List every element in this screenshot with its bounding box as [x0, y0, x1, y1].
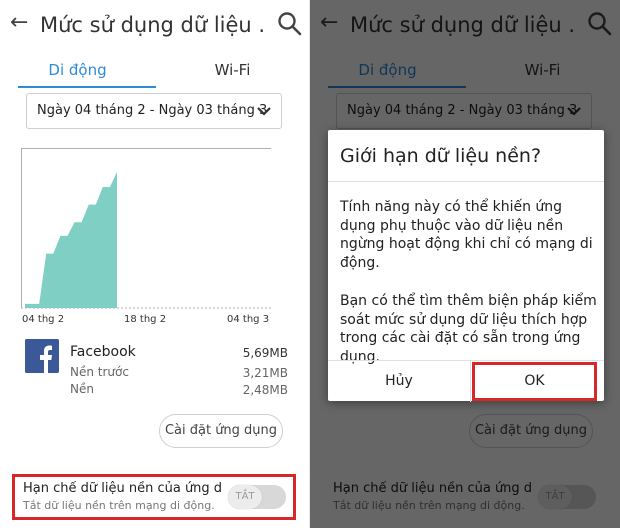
- back-arrow-icon[interactable]: ←: [10, 11, 28, 35]
- restrict-background-title: Hạn chế dữ liệu nền của ứng dụ..: [23, 481, 223, 496]
- restrict-data-dialog: Giới hạn dữ liệu nền? Tính năng này có t…: [328, 130, 604, 402]
- date-range-value: Ngày 04 tháng 2 - Ngày 03 tháng 3: [37, 103, 268, 118]
- x-tick-label: 04 thg 2: [22, 314, 65, 325]
- app-settings-button[interactable]: Cài đặt ứng dụng: [159, 414, 283, 448]
- tab-wifi[interactable]: Wi-Fi: [155, 60, 310, 80]
- dialog-divider: [328, 181, 604, 182]
- toggle-thumb: TẮT: [228, 485, 262, 509]
- background-value: 2,48MB: [242, 383, 288, 397]
- x-tick-label: 04 thg 3: [227, 314, 270, 325]
- dialog-actions: Hủy OK: [328, 360, 604, 402]
- tab-indicator: [18, 86, 156, 88]
- dialog-paragraph: Tính năng này có thể khiến ứng dụng phụ …: [340, 199, 593, 271]
- foreground-value: 3,21MB: [242, 366, 288, 380]
- dialog-message: Tính năng này có thể khiến ứng dụng phụ …: [340, 198, 600, 386]
- usage-chart: [21, 148, 271, 309]
- cancel-button[interactable]: Hủy: [328, 361, 470, 402]
- search-icon[interactable]: [276, 10, 304, 38]
- date-range-dropdown[interactable]: Ngày 04 tháng 2 - Ngày 03 tháng 3: [26, 93, 282, 129]
- ok-button[interactable]: OK: [472, 362, 597, 401]
- tab-mobile[interactable]: Di động: [0, 60, 155, 80]
- restrict-background-toggle[interactable]: TẮT: [228, 485, 286, 509]
- tab-bar: Di động Wi-Fi: [0, 52, 310, 92]
- facebook-icon: [25, 339, 59, 373]
- toolbar: ← Mức sử dụng dữ liệu ...: [0, 0, 310, 52]
- background-label: Nền: [70, 382, 94, 396]
- data-usage-screen-with-dialog: ← Mức sử dụng dữ liệu ... Di động Wi-Fi …: [310, 0, 620, 528]
- data-usage-screen: ← Mức sử dụng dữ liệu ... Di động Wi-Fi …: [0, 0, 310, 528]
- data-area: [25, 172, 117, 308]
- foreground-label: Nền trước: [70, 365, 129, 379]
- app-total-usage: 5,69MB: [242, 346, 288, 360]
- dialog-button-divider: [470, 361, 471, 402]
- chevron-down-icon: [257, 107, 271, 116]
- app-name: Facebook: [70, 344, 136, 360]
- page-title: Mức sử dụng dữ liệu ...: [40, 13, 266, 37]
- x-tick-label: 18 thg 2: [124, 314, 167, 325]
- dialog-paragraph: Bạn có thể tìm thêm biện pháp kiểm soát …: [340, 293, 597, 365]
- restrict-background-subtitle: Tắt dữ liệu nền trên mạng di động.: [23, 499, 215, 512]
- dialog-title: Giới hạn dữ liệu nền?: [340, 145, 542, 167]
